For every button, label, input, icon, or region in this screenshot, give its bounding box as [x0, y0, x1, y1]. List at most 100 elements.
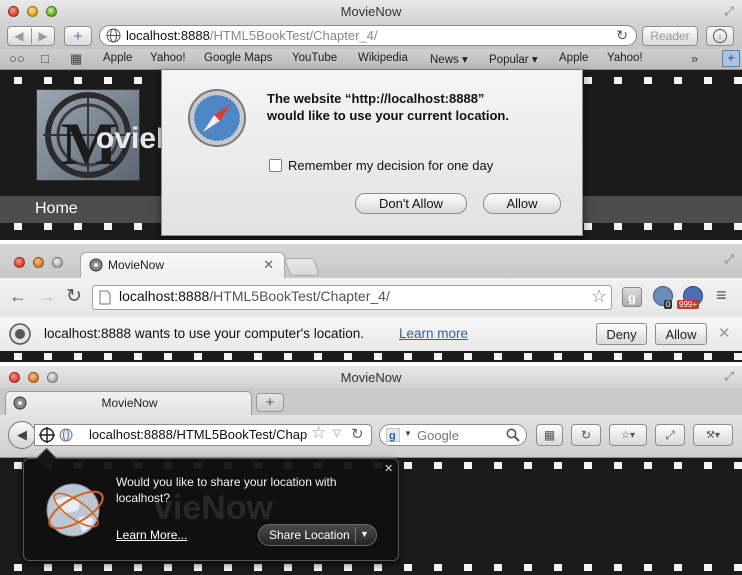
extension-badge: 0	[664, 300, 673, 309]
reader-button[interactable]: Reader	[642, 26, 698, 46]
omnibox[interactable]: localhost:8888/HTML5BookTest/Chapter_4/ …	[92, 285, 612, 310]
panel-message-line1: Would you like to share your location wi…	[116, 475, 337, 489]
learn-more-link[interactable]: Learn More...	[116, 528, 187, 542]
fullscreen-icon[interactable]: ⤢	[724, 252, 734, 267]
google-extension-icon[interactable]: g	[622, 287, 642, 307]
expand-arrows-icon: ⤢	[665, 427, 675, 442]
bookmark-item[interactable]: Popular ▾	[489, 52, 538, 66]
star-box-icon: ☆▾	[621, 429, 635, 441]
location-crosshair-icon[interactable]	[39, 427, 55, 443]
search-bar[interactable]: g ▼ Google	[379, 424, 527, 446]
allow-button[interactable]: Allow	[655, 323, 707, 345]
share-location-label: Share Location	[269, 528, 350, 542]
address-bar[interactable]: localhost:8888/HTML5BookTest/Chapter_4/ …	[99, 25, 637, 46]
back-arrow-icon: ◀	[17, 427, 27, 442]
reload-icon[interactable]: ↻	[616, 27, 628, 44]
tab-title: MovieNow	[101, 396, 158, 410]
tab-title: MovieNow	[108, 258, 165, 272]
remember-decision-checkbox[interactable]	[269, 159, 282, 172]
tab-close-icon[interactable]: ✕	[263, 257, 274, 273]
location-target-icon	[9, 323, 31, 345]
bookmark-item[interactable]: Wikipedia	[358, 52, 408, 64]
bookmark-item[interactable]: Google Maps	[204, 52, 272, 64]
bookmark-item[interactable]: Apple	[559, 52, 588, 64]
downloads-button[interactable]: ↓	[706, 26, 734, 46]
share-location-button[interactable]: Share Location ▼	[258, 524, 377, 546]
top-sites-grid-icon[interactable]: ▦	[70, 51, 82, 67]
back-arrow-icon[interactable]: ←	[9, 286, 27, 307]
chrome-tab-strip: MovieNow ✕ ⤢	[0, 244, 742, 278]
nav-home-link[interactable]: Home	[35, 200, 78, 218]
bookmarks-bar: ○○ □ ▦ Apple Yahoo! Google Maps YouTube …	[0, 49, 742, 70]
fullscreen-icon[interactable]: ⤢	[724, 4, 734, 19]
history-dropdown-icon[interactable]: ▽	[333, 428, 341, 439]
globe-icon	[59, 428, 73, 442]
reload-icon[interactable]: ↻	[351, 425, 364, 443]
geolocation-infobar: localhost:8888 wants to use your compute…	[0, 317, 742, 352]
new-tab-plus-icon[interactable]: +	[722, 50, 740, 67]
learn-more-link[interactable]: Learn more	[399, 326, 468, 341]
tab-movienow[interactable]: MovieNow	[5, 391, 252, 415]
reading-list-icon[interactable]: ○○	[9, 51, 25, 66]
firefox-nav-bar: ◀ localhost:8888/HTML5BookTest/Chap ☆ ▽ …	[0, 415, 742, 458]
url-host: localhost:8888	[126, 28, 210, 43]
sync-icon: ↻	[580, 428, 592, 442]
fullscreen-toggle-button[interactable]: ⤢	[655, 424, 685, 446]
tab-movienow[interactable]: MovieNow ✕	[80, 252, 285, 278]
url-bar[interactable]: localhost:8888/HTML5BookTest/Chap ☆ ▽ ↻	[34, 423, 372, 446]
sync-button[interactable]: ↻	[571, 424, 601, 446]
share-options-dropdown-icon[interactable]: ▼	[360, 529, 369, 539]
grid-icon: ▦	[543, 428, 556, 442]
reload-icon[interactable]: ↻	[66, 285, 82, 308]
infobar-close-icon[interactable]: ✕	[718, 324, 731, 342]
back-arrow-icon[interactable]: ◀	[14, 29, 23, 43]
infobar-message: localhost:8888 wants to use your compute…	[44, 326, 365, 341]
bookmark-item[interactable]: News ▾	[430, 52, 468, 66]
add-bookmark-button[interactable]: +	[64, 26, 92, 46]
new-tab-button[interactable]	[283, 258, 321, 276]
film-reel-favicon-icon	[89, 258, 103, 272]
more-bookmarks-chevron-icon[interactable]: »	[691, 51, 698, 66]
bookmark-item[interactable]: Yahoo!	[150, 52, 186, 64]
back-button[interactable]: ◀	[8, 421, 36, 449]
tools-menu-button[interactable]: ⚒▾	[693, 424, 733, 446]
bookmarks-toolbar-button[interactable]: ▦	[536, 424, 563, 446]
window-title: MovieNow	[340, 370, 402, 385]
forward-arrow-icon[interactable]: →	[38, 286, 56, 307]
bookmark-menu-button[interactable]: ☆▾	[609, 424, 647, 446]
remember-decision-label: Remember my decision for one day	[288, 158, 494, 173]
panel-message-line2: localhost?	[116, 491, 171, 505]
plus-icon: +	[73, 27, 83, 45]
forward-arrow-icon[interactable]: ▶	[39, 29, 48, 43]
bookmark-item[interactable]: Apple	[103, 52, 132, 64]
bookmark-star-icon[interactable]: ☆	[311, 423, 326, 443]
url-path: /HTML5BookTest/Chapter_4/	[209, 28, 378, 43]
panel-close-icon[interactable]: ✕	[384, 462, 393, 475]
dont-allow-button[interactable]: Don't Allow	[355, 193, 467, 214]
globe-icon	[106, 28, 121, 43]
firefox-location-panel: vieNow Would you like to share your loca…	[23, 447, 399, 561]
bookmark-item[interactable]: Yahoo!	[607, 52, 643, 64]
deny-button[interactable]: Deny	[596, 323, 647, 345]
search-engine-dropdown-icon[interactable]: ▼	[404, 429, 412, 438]
chrome-page-content	[0, 351, 742, 362]
zoom-window-button[interactable]	[52, 257, 63, 268]
minimize-window-button[interactable]	[33, 257, 44, 268]
close-window-button[interactable]	[14, 257, 25, 268]
bookmarks-book-icon[interactable]: □	[41, 51, 49, 66]
search-icon[interactable]	[506, 428, 520, 442]
firefox-tab-strip: MovieNow +	[0, 388, 742, 416]
new-tab-button[interactable]: +	[256, 393, 284, 412]
allow-button[interactable]: Allow	[483, 193, 561, 214]
google-logo-icon[interactable]: g	[386, 428, 400, 442]
fullscreen-icon[interactable]: ⤢	[724, 369, 734, 384]
dialog-message-line2: would like to use your current location.	[267, 108, 509, 123]
bookmark-star-icon[interactable]: ☆	[591, 286, 607, 307]
url-text: localhost:8888/HTML5BookTest/Chap	[89, 427, 308, 442]
bookmark-item[interactable]: YouTube	[292, 52, 337, 64]
notification-badge: 999+	[677, 300, 700, 309]
chrome-menu-icon[interactable]: ≡	[716, 285, 727, 306]
globe-location-icon	[46, 483, 104, 537]
back-forward-buttons[interactable]: ◀ ▶	[7, 26, 55, 46]
safari-toolbar: ◀ ▶ + localhost:8888/HTML5BookTest/Chapt…	[0, 23, 742, 49]
